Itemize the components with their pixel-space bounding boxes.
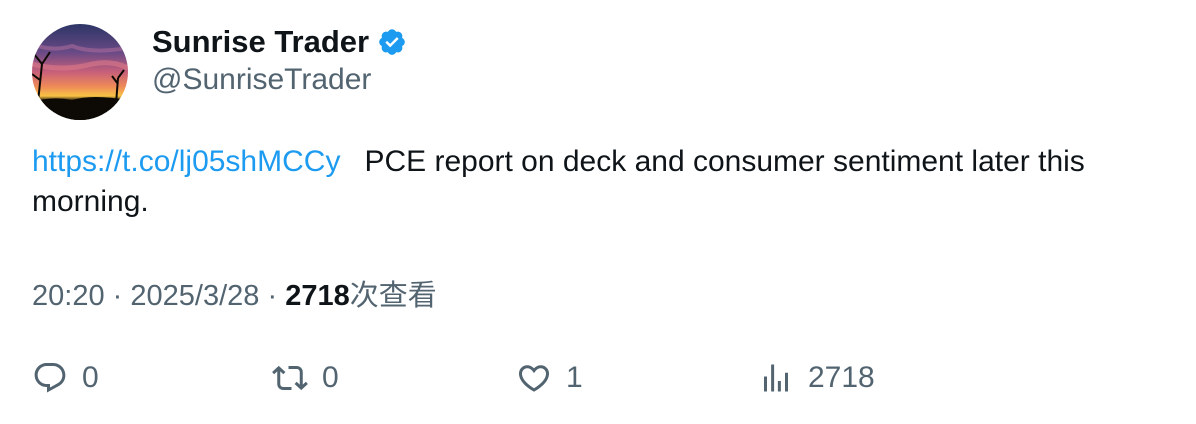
views-button[interactable]: 2718 [758,356,875,400]
author-display-name[interactable]: Sunrise Trader [152,24,369,60]
meta-separator: · [267,280,278,312]
views-count: 2718 [285,280,350,312]
reply-count: 0 [82,361,99,394]
author-handle[interactable]: @SunriseTrader [152,63,371,97]
analytics-icon [758,360,794,396]
retweet-icon [272,360,308,396]
reply-button[interactable]: 0 [32,356,99,400]
heart-icon [516,360,552,396]
like-button[interactable]: 1 [516,356,583,400]
avatar[interactable] [32,24,128,120]
tweet-card: Sunrise Trader @SunriseTrader https://t.… [0,0,1196,424]
retweet-button[interactable]: 0 [272,356,339,400]
views-action-count: 2718 [808,361,875,394]
tweet-date[interactable]: 2025/3/28 [130,280,259,312]
views-label: 次查看 [349,280,437,312]
tweet-link[interactable]: https://t.co/lj05shMCCy [32,145,340,178]
author-name-row: Sunrise Trader [152,24,407,60]
verified-badge-icon [377,27,407,57]
avatar-sunset-image [32,24,128,120]
action-bar: 0 0 1 2718 [32,356,1172,400]
meta-separator: · [112,280,123,312]
reply-icon [32,360,68,396]
like-count: 1 [566,361,583,394]
tweet-time[interactable]: 20:20 [32,280,105,312]
tweet-body: https://t.co/lj05shMCCy PCE report on dec… [32,142,1172,222]
retweet-count: 0 [322,361,339,394]
tweet-meta: 20:20 · 2025/3/28 · 2718次查看 [32,272,437,314]
